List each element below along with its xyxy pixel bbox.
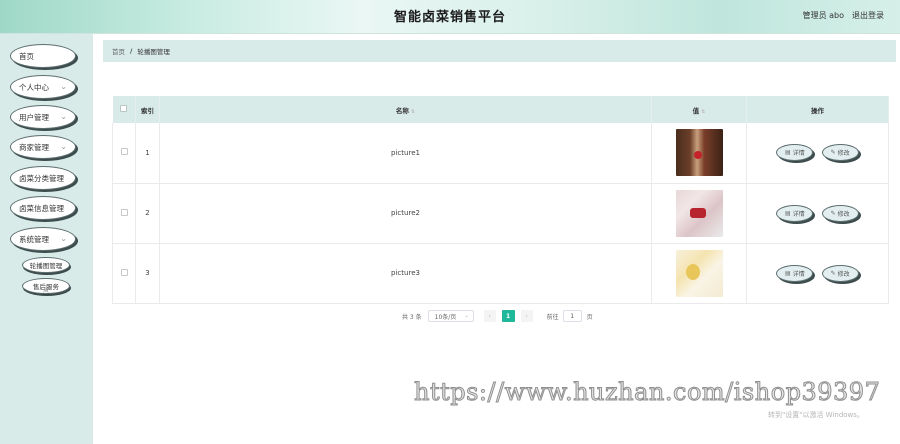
edit-icon: ✎ — [830, 149, 836, 157]
table-row: 2 picture2 ▤ 详情 ✎ 修改 — [112, 183, 889, 244]
column-header-actions: 操作 — [746, 96, 889, 123]
detail-button-label: 详情 — [792, 150, 805, 158]
chevron-down-icon: ⌄ — [60, 112, 67, 121]
page-size-value: 10条/页 — [434, 313, 457, 321]
page-number-button[interactable]: 1 — [501, 310, 515, 322]
edit-icon: ✎ — [830, 209, 836, 217]
column-header-name-label: 名称 — [395, 106, 409, 115]
row-name: picture1 — [159, 123, 652, 184]
row-image-thumbnail[interactable] — [675, 129, 723, 177]
row-image-thumbnail[interactable] — [675, 249, 723, 297]
sidebar-item-label: 个人中心 — [19, 82, 49, 92]
row-checkbox[interactable] — [120, 208, 128, 216]
edit-button[interactable]: ✎ 修改 — [821, 144, 859, 162]
sidebar-item-category[interactable]: 卤菜分类管理 — [10, 166, 76, 190]
goto-page-input[interactable]: 1 — [562, 310, 582, 322]
edit-button-label: 修改 — [837, 270, 850, 278]
edit-button[interactable]: ✎ 修改 — [821, 264, 859, 282]
row-index: 1 — [135, 123, 160, 184]
table-header-row: 索引 名称 ⇅ 值 ⇅ 操作 — [112, 96, 889, 123]
goto-label: 前往 — [546, 313, 559, 321]
chevron-left-icon: ‹ — [488, 312, 491, 320]
data-table: 索引 名称 ⇅ 值 ⇅ 操作 1 picture1 ▤ 详情 ✎ 修改 2 pictur… — [112, 96, 889, 304]
sidebar-item-home[interactable]: 首页 — [10, 44, 76, 68]
sidebar-item-label: 首页 — [19, 51, 34, 61]
logout-link[interactable]: 退出登录 — [852, 10, 884, 21]
watermark-text: https://www.huzhan.com/ishop39397 — [413, 378, 881, 407]
edit-icon: ✎ — [830, 269, 836, 277]
page-suffix: 页 — [586, 313, 593, 321]
row-index: 2 — [135, 183, 160, 244]
chevron-down-icon: ⌄ — [60, 234, 67, 243]
detail-icon: ▤ — [785, 209, 791, 217]
sidebar-item-label: 卤菜信息管理 — [19, 203, 64, 213]
column-header-index: 索引 — [135, 96, 160, 123]
column-header-name[interactable]: 名称 ⇅ — [159, 96, 652, 123]
edit-button[interactable]: ✎ 修改 — [821, 204, 859, 222]
sidebar-item-label: 用户管理 — [19, 112, 49, 122]
app-title: 智能卤菜销售平台 — [393, 10, 506, 25]
column-header-value-label: 值 — [692, 106, 700, 115]
sort-icon[interactable]: ⇅ — [411, 109, 415, 115]
breadcrumb-separator: / — [130, 47, 133, 55]
chevron-down-icon: ⌄ — [60, 82, 67, 91]
chevron-right-icon: › — [525, 312, 528, 320]
row-index: 3 — [135, 243, 160, 304]
select-all-checkbox[interactable] — [120, 105, 128, 112]
next-page-button[interactable]: › — [520, 310, 533, 322]
sidebar-item-label: 系统管理 — [19, 234, 49, 244]
row-image-thumbnail[interactable] — [675, 189, 723, 237]
row-name: picture3 — [159, 243, 652, 304]
edit-button-label: 修改 — [837, 210, 850, 218]
breadcrumb-current: 轮播图管理 — [137, 48, 170, 56]
edit-button-label: 修改 — [837, 150, 850, 158]
chevron-down-icon: ⌄ — [464, 313, 469, 319]
sidebar-item-users[interactable]: 用户管理 ⌄ — [10, 105, 76, 129]
top-header: 智能卤菜销售平台 管理员 abo 退出登录 — [0, 0, 900, 34]
page-size-select[interactable]: 10条/页 ⌄ — [427, 310, 474, 322]
activate-windows-text: 转到"设置"以激活 Windows。 — [768, 411, 864, 419]
chevron-down-icon: ⌄ — [60, 142, 67, 151]
sidebar-subitem-carousel[interactable]: 轮播图管理 — [22, 257, 70, 273]
prev-page-button[interactable]: ‹ — [483, 310, 496, 322]
sidebar-item-system[interactable]: 系统管理 ⌄ — [10, 227, 76, 251]
column-header-value[interactable]: 值 ⇅ — [651, 96, 747, 123]
breadcrumb-home[interactable]: 首页 — [112, 46, 125, 56]
row-checkbox[interactable] — [120, 148, 128, 156]
sidebar-subitem-label: 轮播图管理 — [29, 262, 63, 270]
breadcrumb: 首页 / 轮播图管理 — [103, 40, 896, 62]
sidebar-item-product-info[interactable]: 卤菜信息管理 — [10, 196, 76, 220]
detail-button[interactable]: ▤ 详情 — [776, 144, 814, 162]
hand-cursor-icon: ☝ — [43, 287, 50, 298]
detail-icon: ▤ — [785, 269, 791, 277]
detail-icon: ▤ — [785, 149, 791, 157]
sidebar-item-merchants[interactable]: 商家管理 ⌄ — [10, 135, 76, 159]
sidebar: 首页 个人中心 ⌄ 用户管理 ⌄ 商家管理 ⌄ 卤菜分类管理 卤菜信息管理 系统… — [0, 34, 93, 444]
row-name: picture2 — [159, 183, 652, 244]
detail-button[interactable]: ▤ 详情 — [776, 264, 814, 282]
detail-button-label: 详情 — [792, 210, 805, 218]
detail-button[interactable]: ▤ 详情 — [776, 204, 814, 222]
sidebar-item-profile[interactable]: 个人中心 ⌄ — [10, 75, 76, 99]
sidebar-item-label: 商家管理 — [19, 142, 49, 152]
sort-icon[interactable]: ⇅ — [701, 109, 705, 115]
sidebar-item-label: 卤菜分类管理 — [19, 173, 64, 183]
row-checkbox[interactable] — [120, 268, 128, 276]
table-row: 3 picture3 ▤ 详情 ✎ 修改 — [112, 243, 889, 304]
pagination: 共 3 条 10条/页 ⌄ ‹ 1 › 前往 1 页 — [402, 309, 593, 323]
admin-label: 管理员 abo — [802, 11, 844, 20]
detail-button-label: 详情 — [792, 270, 805, 278]
pagination-total: 共 3 条 — [402, 313, 422, 321]
table-row: 1 picture1 ▤ 详情 ✎ 修改 — [112, 123, 889, 184]
